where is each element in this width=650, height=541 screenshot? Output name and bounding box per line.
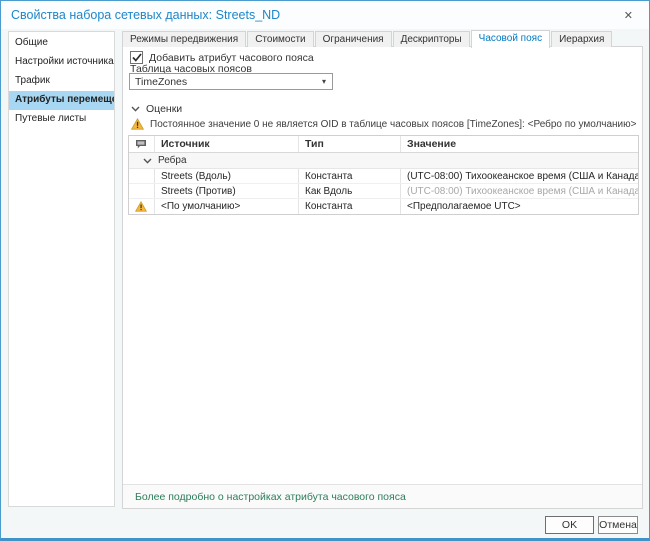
row-status-cell <box>129 169 155 183</box>
row-source: <По умолчанию> <box>155 199 299 214</box>
network-dataset-properties-dialog: Свойства набора сетевых данных: Streets_… <box>0 0 650 541</box>
evaluators-section-title: Оценки <box>146 103 182 115</box>
timezone-help-link[interactable]: Более подробно о настройках атрибута час… <box>135 491 406 503</box>
column-header-value[interactable]: Значение <box>401 136 638 152</box>
timezone-table-value: TimeZones <box>135 76 187 88</box>
tab-hierarchy[interactable]: Иерархия <box>551 31 612 47</box>
table-row[interactable]: Streets (Против) Как Вдоль (UTC-08:00) Т… <box>129 184 638 199</box>
table-row[interactable]: Streets (Вдоль) Константа (UTC-08:00) Ти… <box>129 169 638 184</box>
comment-column-header <box>129 136 155 152</box>
sidebar-item-general[interactable]: Общие <box>9 34 114 53</box>
warning-icon <box>135 201 147 212</box>
row-type: Константа <box>299 169 401 183</box>
warning-message-row: Постоянное значение 0 не является OID в … <box>131 118 636 130</box>
group-row-label: Ребра <box>158 155 187 166</box>
column-header-source[interactable]: Источник <box>155 136 299 152</box>
warning-icon <box>131 118 144 130</box>
chevron-down-icon <box>131 106 140 112</box>
row-value: (UTC-08:00) Тихоокеанское время (США и К… <box>401 169 638 183</box>
row-status-cell <box>129 184 155 198</box>
time-zone-tab-panel: Добавить атрибут часового пояса Таблица … <box>122 46 643 509</box>
ok-button[interactable]: OK <box>545 516 594 534</box>
column-header-type[interactable]: Тип <box>299 136 401 152</box>
row-value: (UTC-08:00) Тихоокеанское время (США и К… <box>401 184 638 198</box>
row-type: Константа <box>299 199 401 214</box>
tab-descriptors[interactable]: Дескрипторы <box>393 31 470 47</box>
tab-strip: Режимы передвижения Стоимости Ограничени… <box>122 31 613 47</box>
table-header-row: Источник Тип Значение <box>129 136 638 153</box>
sidebar-item-directions[interactable]: Путевые листы <box>9 110 114 129</box>
add-timezone-attribute-label: Добавить атрибут часового пояса <box>149 52 314 64</box>
sidebar-item-travel-attributes[interactable]: Атрибуты перемещения <box>9 91 114 110</box>
help-strip: Более подробно о настройках атрибута час… <box>123 484 642 508</box>
table-row[interactable]: <По умолчанию> Константа <Предполагаемое… <box>129 199 638 214</box>
dialog-title: Свойства набора сетевых данных: Streets_… <box>11 8 280 22</box>
tab-travel-modes[interactable]: Режимы передвижения <box>122 31 246 47</box>
cancel-button[interactable]: Отмена <box>598 516 638 534</box>
speech-bubble-icon <box>135 139 147 149</box>
tab-costs[interactable]: Стоимости <box>247 31 313 47</box>
table-group-row-edges[interactable]: Ребра <box>129 153 638 169</box>
row-status-cell <box>129 199 155 214</box>
row-source: Streets (Вдоль) <box>155 169 299 183</box>
sidebar-item-traffic[interactable]: Трафик <box>9 72 114 91</box>
row-source: Streets (Против) <box>155 184 299 198</box>
warning-message-text: Постоянное значение 0 не является OID в … <box>150 119 636 130</box>
chevron-down-icon: ▾ <box>322 77 332 86</box>
chevron-down-icon <box>143 158 152 164</box>
tab-restrictions[interactable]: Ограничения <box>315 31 392 47</box>
timezone-table-combobox[interactable]: TimeZones ▾ <box>129 73 333 90</box>
close-icon[interactable]: ✕ <box>618 7 639 24</box>
row-value: <Предполагаемое UTC> <box>401 199 638 214</box>
evaluators-table: Источник Тип Значение Ребра Streets (Вдо… <box>128 135 639 215</box>
sidebar-item-source-settings[interactable]: Настройки источника <box>9 53 114 72</box>
evaluators-section-header[interactable]: Оценки <box>131 103 182 115</box>
tab-time-zone[interactable]: Часовой пояс <box>471 30 550 48</box>
titlebar: Свойства набора сетевых данных: Streets_… <box>1 1 649 29</box>
sidebar: Общие Настройки источника Трафик Атрибут… <box>8 31 115 507</box>
row-type: Как Вдоль <box>299 184 401 198</box>
checkmark-icon <box>132 53 142 62</box>
